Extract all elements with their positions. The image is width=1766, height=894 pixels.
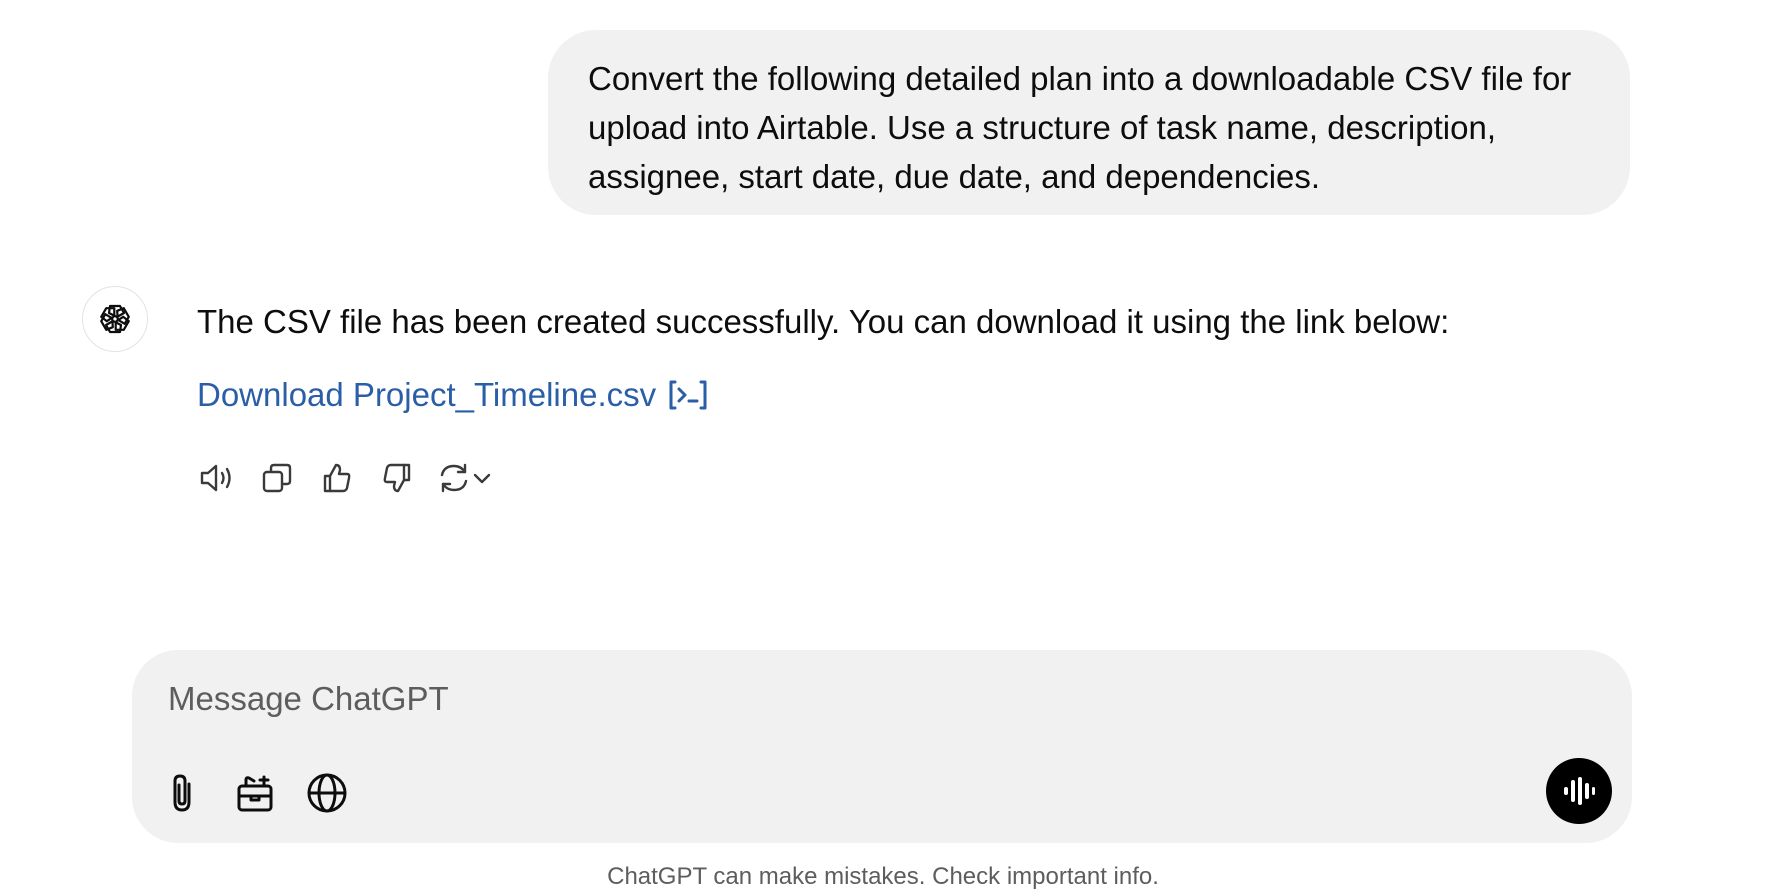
- download-link-label: Download Project_Timeline.csv: [197, 376, 657, 413]
- regenerate-button[interactable]: [437, 458, 501, 498]
- assistant-message-text: The CSV file has been created successful…: [197, 303, 1450, 340]
- copy-button[interactable]: [257, 458, 297, 498]
- message-actions: [197, 458, 501, 498]
- disclaimer-text: ChatGPT can make mistakes. Check importa…: [607, 863, 1159, 890]
- thumbs-up-icon: [323, 463, 351, 493]
- user-message-bubble: Convert the following detailed plan into…: [548, 30, 1630, 215]
- toolbox-icon: [237, 775, 273, 812]
- chevron-down-icon: [473, 473, 491, 484]
- paperclip-icon: [173, 774, 191, 812]
- read-aloud-button[interactable]: [197, 458, 237, 498]
- download-csv-link[interactable]: Download Project_Timeline.csv: [197, 373, 708, 417]
- search-web-button[interactable]: [302, 768, 352, 818]
- openai-logo-icon: [100, 304, 130, 334]
- tools-button[interactable]: [230, 768, 280, 818]
- user-message-text: Convert the following detailed plan into…: [588, 60, 1572, 195]
- regenerate-icon: [440, 463, 468, 493]
- speaker-icon: [200, 464, 231, 492]
- good-response-button[interactable]: [317, 458, 357, 498]
- assistant-avatar: [82, 286, 148, 352]
- globe-icon: [307, 773, 347, 813]
- voice-waveform-icon: [1564, 777, 1595, 805]
- code-interpreter-icon[interactable]: [668, 379, 708, 411]
- message-input[interactable]: [168, 676, 1468, 722]
- bad-response-button[interactable]: [377, 458, 417, 498]
- voice-mode-button[interactable]: [1546, 758, 1612, 824]
- message-composer: [132, 650, 1632, 843]
- attach-button[interactable]: [158, 768, 208, 818]
- copy-icon: [262, 463, 292, 493]
- chat-page: Convert the following detailed plan into…: [0, 0, 1766, 894]
- thumbs-down-icon: [383, 463, 411, 493]
